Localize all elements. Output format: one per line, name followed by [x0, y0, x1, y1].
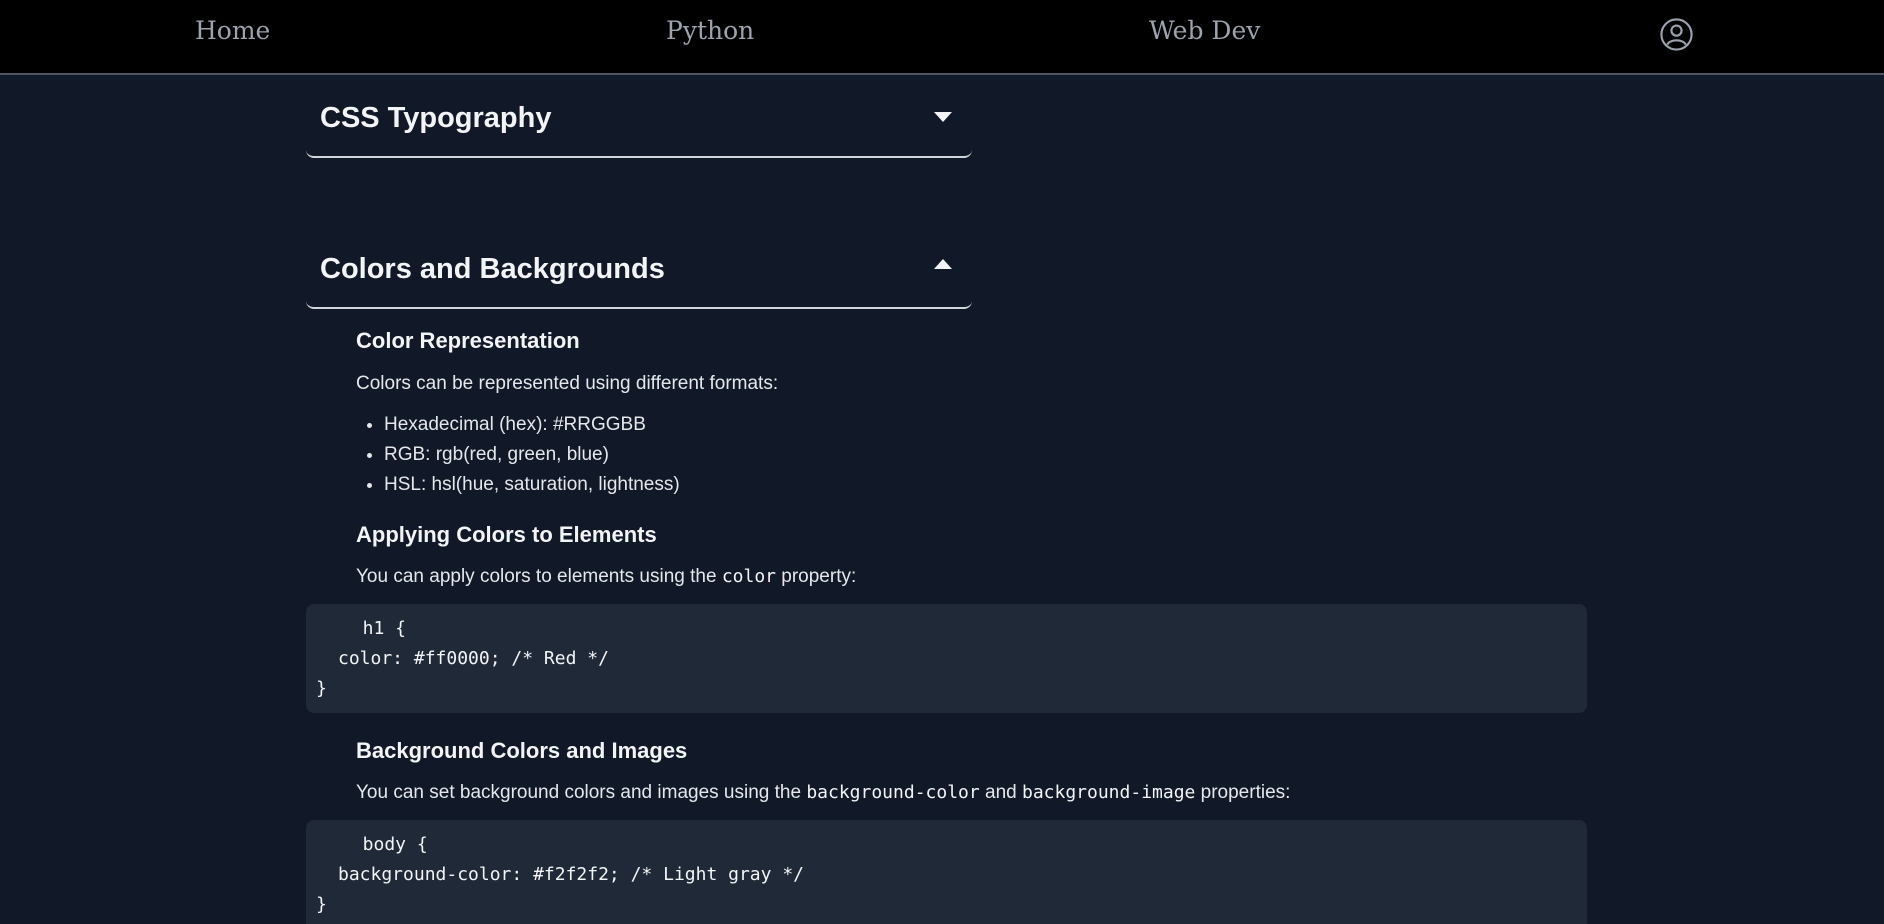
code-line: } — [316, 894, 327, 915]
section-title: Colors and Backgrounds — [320, 253, 665, 285]
list-item: Hexadecimal (hex): #RRGGBB — [384, 410, 680, 440]
code-line: body { — [341, 834, 428, 855]
code-line: color: #ff0000; /* Red */ — [338, 648, 609, 669]
subsection-heading-background: Background Colors and Images — [356, 738, 688, 763]
section-header-css-typography[interactable]: CSS Typography — [306, 78, 972, 158]
color-format-list: Hexadecimal (hex): #RRGGBB RGB: rgb(red,… — [356, 410, 680, 500]
list-item: HSL: hsl(hue, saturation, lightness) — [384, 470, 680, 500]
inline-code: color — [721, 566, 776, 587]
subsection-heading-color-representation: Color Representation — [356, 328, 580, 353]
code-line: h1 { — [341, 618, 407, 639]
text: You can set background colors and images… — [356, 782, 807, 803]
text: properties: — [1195, 782, 1291, 803]
text: and — [979, 782, 1022, 803]
nav-webdev-link[interactable]: Web Dev — [1149, 16, 1260, 45]
section-title: CSS Typography — [320, 102, 552, 134]
inline-code: background-color — [806, 782, 980, 803]
nav-home-link[interactable]: Home — [195, 16, 270, 45]
list-item: RGB: rgb(red, green, blue) — [384, 440, 680, 470]
text: property: — [776, 566, 857, 587]
chevron-up-icon[interactable] — [934, 259, 952, 269]
paragraph: Colors can be represented using differen… — [356, 373, 779, 394]
paragraph: You can set background colors and images… — [356, 782, 1290, 804]
code-block: body { background-color: #f2f2f2; /* Lig… — [306, 820, 1587, 924]
subsection-heading-applying-colors: Applying Colors to Elements — [356, 522, 657, 547]
chevron-down-icon[interactable] — [934, 112, 952, 122]
user-circle-icon[interactable] — [1659, 17, 1694, 52]
top-navigation: Home Python Web Dev — [0, 0, 1884, 75]
text: You can apply colors to elements using t… — [356, 566, 722, 587]
section-header-colors-backgrounds[interactable]: Colors and Backgrounds — [306, 229, 972, 309]
code-line: } — [316, 678, 327, 699]
code-block: h1 { color: #ff0000; /* Red */ } — [306, 604, 1587, 713]
paragraph: You can apply colors to elements using t… — [356, 566, 856, 588]
nav-python-link[interactable]: Python — [666, 16, 754, 45]
code-line: background-color: #f2f2f2; /* Light gray… — [338, 864, 804, 885]
inline-code: background-image — [1021, 782, 1196, 803]
